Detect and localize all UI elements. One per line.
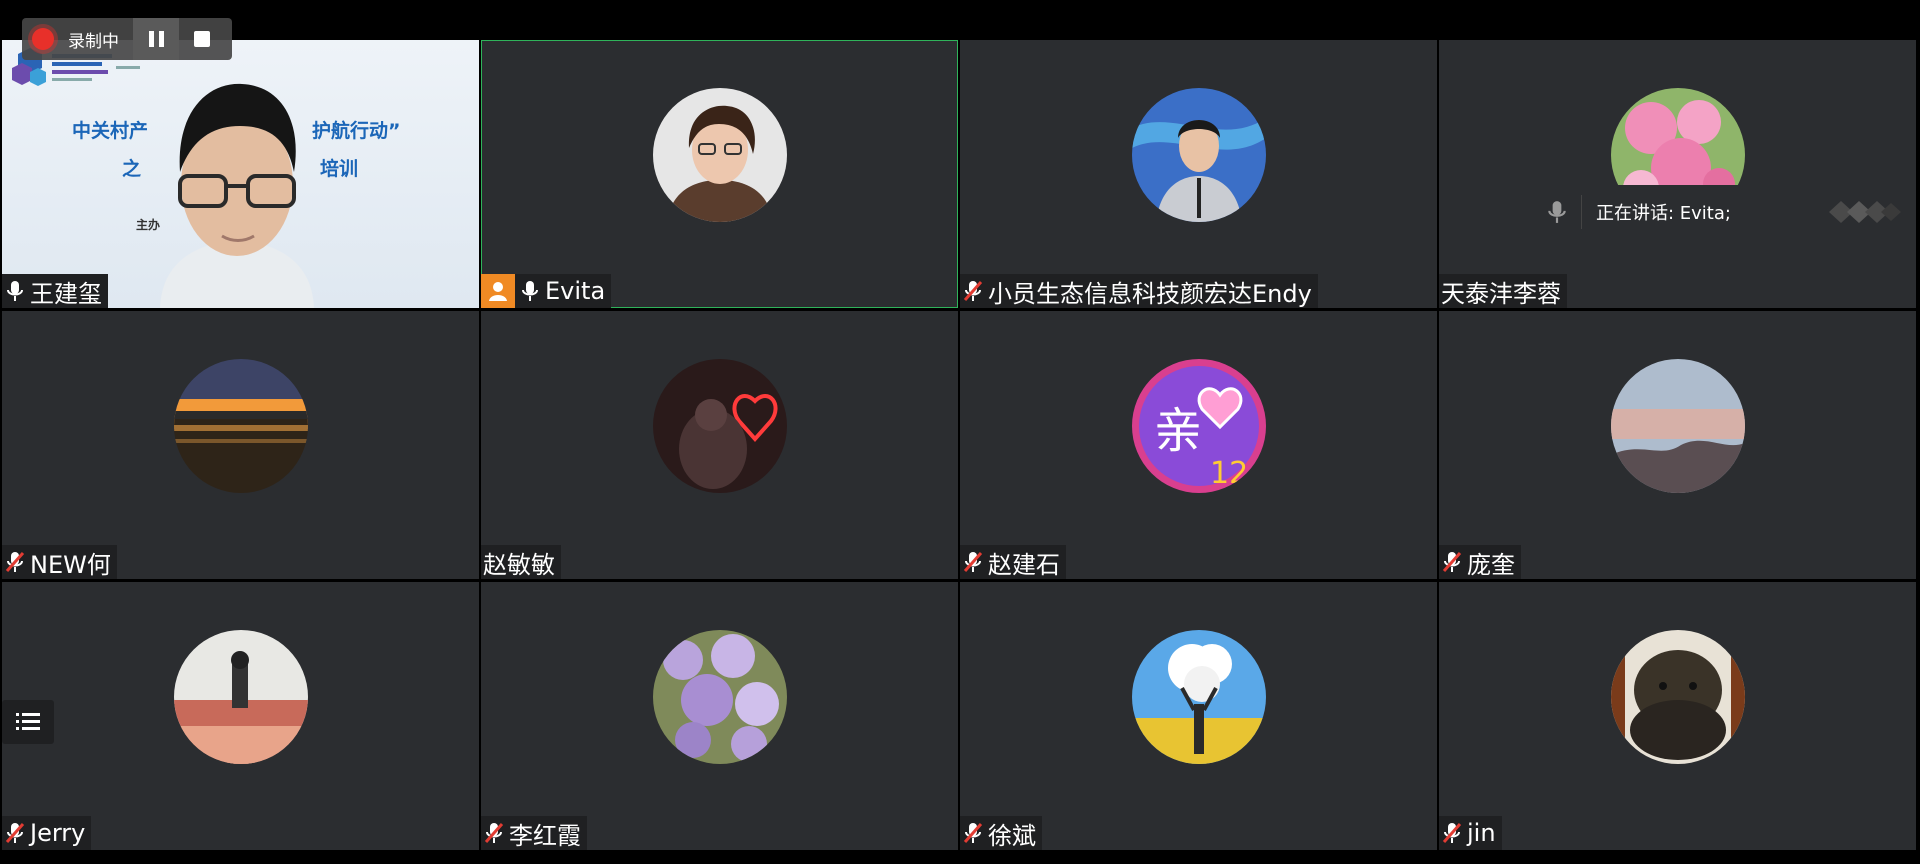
participant-name: 天泰沣李蓉 bbox=[1441, 279, 1561, 308]
participant-avatar bbox=[173, 359, 308, 493]
participant-tile[interactable]: 小员生态信息科技颜宏达Endy bbox=[960, 40, 1437, 308]
speaker-video-figure bbox=[160, 83, 314, 308]
microphone-icon bbox=[1548, 201, 1566, 223]
video-grid: 中关村产 护航行动” 之 培训 主办 王建玺 Evita 小员生态信息科技颜宏达… bbox=[0, 40, 1920, 850]
microphone-muted-icon bbox=[484, 823, 504, 843]
microphone-muted-icon bbox=[5, 823, 25, 843]
microphone-icon bbox=[7, 281, 23, 301]
participant-tile[interactable]: 中关村产 护航行动” 之 培训 主办 王建玺 bbox=[2, 40, 479, 308]
participant-name: 小员生态信息科技颜宏达Endy bbox=[988, 279, 1312, 308]
participant-tile[interactable]: 庞奎 bbox=[1439, 311, 1916, 579]
participant-nameplate: Jerry bbox=[2, 816, 92, 850]
microphone-muted-icon bbox=[963, 281, 983, 301]
slide-title-line1-right: 护航行动” bbox=[312, 120, 401, 142]
speaking-status-text: 正在讲话: Evita; bbox=[1596, 203, 1731, 224]
participant-nameplate: 赵建石 bbox=[960, 545, 1066, 579]
participant-name: Jerry bbox=[30, 819, 86, 847]
microphone-muted-icon bbox=[1442, 823, 1462, 843]
participant-avatar bbox=[1131, 88, 1266, 222]
participant-avatar bbox=[652, 359, 787, 493]
participant-nameplate: 王建玺 bbox=[2, 274, 108, 308]
participant-name: Evita bbox=[545, 277, 606, 305]
active-speaker-banner: 正在讲话: Evita; bbox=[1533, 185, 1913, 239]
participant-avatar bbox=[652, 630, 787, 764]
microphone-muted-icon bbox=[963, 823, 983, 843]
slide-title-line2-right: 培训 bbox=[320, 158, 359, 180]
participant-tile[interactable]: 天泰沣李蓉 bbox=[1439, 40, 1916, 308]
participant-nameplate: jin bbox=[1439, 816, 1502, 850]
participant-avatar bbox=[1610, 359, 1745, 493]
participant-nameplate: 小员生态信息科技颜宏达Endy bbox=[960, 274, 1318, 308]
participant-nameplate: NEW何 bbox=[2, 545, 117, 579]
participant-tile[interactable]: 亲 12 赵建石 bbox=[960, 311, 1437, 579]
participant-avatar bbox=[173, 630, 308, 764]
participant-tile-active[interactable]: Evita bbox=[481, 40, 958, 308]
participant-avatar bbox=[1131, 630, 1266, 764]
svg-text:亲: 亲 bbox=[1154, 403, 1202, 459]
stop-icon bbox=[194, 31, 210, 47]
participant-avatar bbox=[1610, 630, 1745, 764]
app-watermark-icon bbox=[1829, 201, 1901, 223]
participant-tile[interactable]: Jerry bbox=[2, 582, 479, 850]
slide-title-line2-left: 之 bbox=[122, 158, 142, 180]
top-bar bbox=[0, 0, 1920, 40]
svg-text:12: 12 bbox=[1210, 456, 1248, 491]
participant-tile[interactable]: 李红霞 bbox=[481, 582, 958, 850]
participant-name: 庞奎 bbox=[1467, 550, 1515, 579]
bottom-strip bbox=[0, 850, 1920, 864]
participant-nameplate: 天泰沣李蓉 bbox=[1439, 274, 1567, 308]
participant-nameplate: 庞奎 bbox=[1439, 545, 1521, 579]
participant-name: 徐斌 bbox=[988, 821, 1036, 850]
microphone-muted-icon bbox=[963, 552, 983, 572]
participant-tile[interactable]: NEW何 bbox=[2, 311, 479, 579]
participant-name: 王建玺 bbox=[30, 279, 102, 308]
stop-recording-button[interactable] bbox=[179, 18, 225, 60]
participant-name: NEW何 bbox=[30, 550, 111, 579]
participant-tile[interactable]: 赵敏敏 bbox=[481, 311, 958, 579]
list-icon bbox=[16, 713, 40, 730]
participant-name: 赵建石 bbox=[988, 550, 1060, 579]
microphone-muted-icon bbox=[1442, 552, 1462, 572]
participant-name: jin bbox=[1467, 819, 1496, 847]
recording-indicator-icon bbox=[32, 28, 54, 50]
participant-nameplate: 赵敏敏 bbox=[481, 545, 561, 579]
slide-title-line1-left: 中关村产 bbox=[72, 120, 149, 142]
host-icon bbox=[481, 274, 515, 308]
participant-nameplate: 李红霞 bbox=[481, 816, 587, 850]
divider bbox=[1581, 195, 1582, 229]
participant-list-button[interactable] bbox=[2, 700, 54, 744]
pause-recording-button[interactable] bbox=[133, 18, 179, 60]
participant-name: 李红霞 bbox=[509, 821, 581, 850]
recording-status-label: 录制中 bbox=[68, 31, 119, 52]
microphone-icon bbox=[522, 281, 538, 301]
microphone-muted-icon bbox=[5, 552, 25, 572]
participant-avatar bbox=[652, 88, 787, 222]
participant-tile[interactable]: jin bbox=[1439, 582, 1916, 850]
participant-tile[interactable]: 徐斌 bbox=[960, 582, 1437, 850]
pause-icon bbox=[148, 31, 164, 47]
recording-toolbar: 录制中 bbox=[22, 18, 232, 60]
participant-name: 赵敏敏 bbox=[483, 550, 555, 579]
participant-nameplate: 徐斌 bbox=[960, 816, 1042, 850]
participant-nameplate: Evita bbox=[481, 274, 612, 308]
participant-avatar: 亲 12 bbox=[1131, 359, 1266, 493]
